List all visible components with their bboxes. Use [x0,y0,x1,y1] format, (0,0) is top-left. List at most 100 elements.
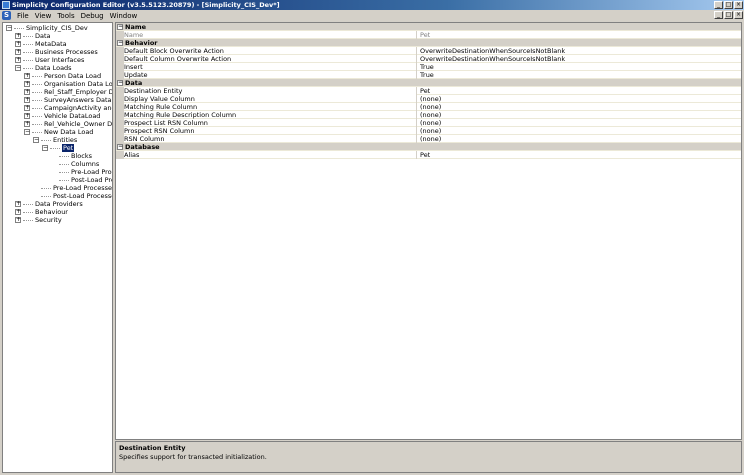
expand-icon[interactable]: + [15,201,21,207]
tree-node-label[interactable]: Data [35,32,51,40]
tree-node-label[interactable]: Security [35,216,62,224]
expand-icon[interactable]: + [24,97,30,103]
tree-node-label[interactable]: Rel_Staff_Employer Data Load [44,88,112,96]
property-name[interactable]: Name [116,30,417,39]
menu-tools[interactable]: Tools [54,12,77,20]
tree-node[interactable]: Post-Load Processes [33,192,112,200]
tree-node[interactable]: + Rel_Staff_Employer Data Load [24,88,112,96]
tree-node[interactable]: + CampaignActivity and Campaign [24,104,112,112]
property-value[interactable]: (none) [417,127,741,135]
tree-node[interactable]: + Business Processes [15,48,98,56]
tree-node-label[interactable]: CampaignActivity and Campaign [44,104,112,112]
property-name[interactable]: Destination Entity [116,86,417,95]
property-value[interactable]: (none) [417,119,741,127]
expand-icon[interactable]: + [15,209,21,215]
property-name[interactable]: Prospect RSN Column [116,126,417,135]
configuration-tree[interactable]: − Simplicity_CIS_Dev + Data + MetaData + Busine… [2,22,113,473]
collapse-icon[interactable]: − [15,65,21,71]
tree-node-label[interactable]: Entities [53,136,77,144]
tree-node[interactable]: + Data Providers [15,200,83,208]
property-value[interactable]: (none) [417,111,741,119]
property-name[interactable]: Matching Rule Description Column [116,110,417,119]
tree-node[interactable]: + Organisation Data Load [24,80,112,88]
property-name[interactable]: Prospect List RSN Column [116,118,417,127]
tree-node[interactable]: + User Interfaces [15,56,84,64]
property-name[interactable]: Default Column Overwrite Action [116,54,417,63]
maximize-button[interactable]: □ [724,1,733,9]
tree-node[interactable]: + Behaviour [15,208,68,216]
property-name[interactable]: Update [116,70,417,79]
expand-icon[interactable]: + [24,121,30,127]
expand-icon[interactable]: + [24,105,30,111]
collapse-icon[interactable]: − [33,137,39,143]
tree-node[interactable]: + Security [15,216,62,224]
tree-node-label[interactable]: Columns [71,160,99,168]
tree-node[interactable]: Post-Load Processes [51,176,112,184]
tree-node-label[interactable]: Vehicle DataLoad [44,112,100,120]
expand-icon[interactable]: + [24,81,30,87]
tree-node-label[interactable]: Data Loads [35,64,72,72]
doc-minimize-button[interactable]: _ [714,11,723,19]
tree-node-label[interactable]: Simplicity_CIS_Dev [26,24,88,32]
tree-node-label[interactable]: Pre-Load Processes [53,184,112,192]
tree-node[interactable]: − Entities [33,136,77,144]
property-value[interactable]: True [417,71,741,79]
property-row[interactable]: Name Pet [116,30,741,39]
tree-node-label[interactable]: SurveyAnswers Data Load [44,96,112,104]
tree-node[interactable]: + Person Data Load [24,72,101,80]
tree-node-label[interactable]: New Data Load [44,128,93,136]
close-button[interactable]: × [734,1,743,9]
menu-debug[interactable]: Debug [78,12,107,20]
property-grid[interactable]: − Name Name Pet − Behavior Default Block Overw… [115,22,742,440]
tree-node-label[interactable]: Pet [62,144,75,152]
tree-node[interactable]: + Data [15,32,51,40]
property-name[interactable]: Matching Rule Column [116,102,417,111]
tree-node-label[interactable]: Rel_Vehicle_Owner Data Load [44,120,112,128]
collapse-icon[interactable]: − [24,129,30,135]
tree-node[interactable]: − New Data Load [24,128,93,136]
menu-window[interactable]: Window [107,12,141,20]
minimize-button[interactable]: _ [714,1,723,9]
tree-node-label[interactable]: MetaData [35,40,67,48]
expand-icon[interactable]: + [15,217,21,223]
property-value[interactable]: (none) [417,95,741,103]
property-name[interactable]: RSN Column [116,134,417,143]
property-value[interactable]: OverwriteDestinationWhenSourceIsNotBlank [417,55,741,63]
tree-node-label[interactable]: Organisation Data Load [44,80,112,88]
expand-icon[interactable]: + [24,73,30,79]
property-name[interactable]: Insert [116,62,417,71]
expand-icon[interactable]: + [24,89,30,95]
tree-node-label[interactable]: Post-Load Processes [53,192,112,200]
tree-node-label[interactable]: Data Providers [35,200,83,208]
tree-node[interactable]: − Pet [42,144,75,152]
tree-node[interactable]: + SurveyAnswers Data Load [24,96,112,104]
property-row[interactable]: Update True [116,70,741,79]
tree-node-label[interactable]: Pre-Load Processes [71,168,112,176]
property-row[interactable]: RSN Column (none) [116,134,741,143]
collapse-icon[interactable]: − [117,143,123,150]
collapse-icon[interactable]: − [117,79,123,86]
expand-icon[interactable]: + [15,49,21,55]
property-value[interactable]: Pet [417,151,741,159]
doc-close-button[interactable]: × [734,11,743,19]
tree-node[interactable]: Columns [51,160,99,168]
tree-node[interactable]: Blocks [51,152,92,160]
tree-node-label[interactable]: Blocks [71,152,92,160]
property-name[interactable]: Display Value Column [116,94,417,103]
expand-icon[interactable]: + [15,41,21,47]
tree-node-label[interactable]: Behaviour [35,208,68,216]
tree-node-label[interactable]: Post-Load Processes [71,176,112,184]
property-value[interactable]: (none) [417,135,741,143]
tree-node-label[interactable]: Business Processes [35,48,98,56]
tree-node[interactable]: − Simplicity_CIS_Dev [6,24,88,32]
property-name[interactable]: Default Block Overwrite Action [116,46,417,55]
tree-node-label[interactable]: Person Data Load [44,72,101,80]
tree-node[interactable]: + Vehicle DataLoad [24,112,100,120]
tree-node[interactable]: + Rel_Vehicle_Owner Data Load [24,120,112,128]
menu-view[interactable]: View [32,12,55,20]
expand-icon[interactable]: + [15,33,21,39]
property-value[interactable]: OverwriteDestinationWhenSourceIsNotBlank [417,47,741,55]
tree-node-label[interactable]: User Interfaces [35,56,84,64]
tree-node[interactable]: Pre-Load Processes [33,184,112,192]
tree-node[interactable]: + MetaData [15,40,67,48]
